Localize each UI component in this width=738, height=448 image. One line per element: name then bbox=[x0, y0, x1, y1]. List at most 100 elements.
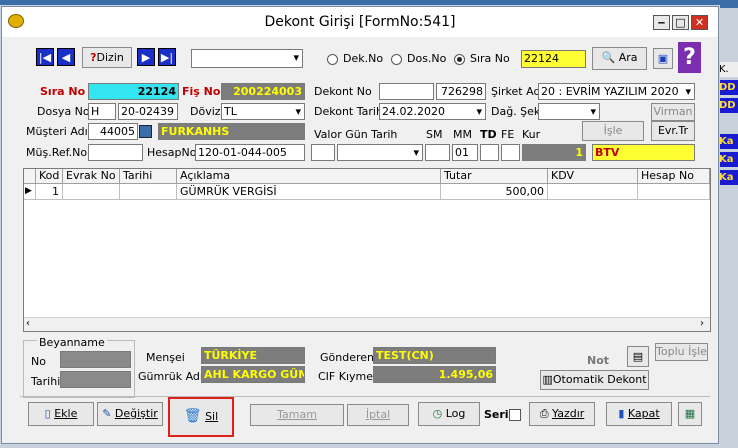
document-list-icon: ▥ bbox=[542, 373, 553, 386]
sira-no-field[interactable]: 22124 bbox=[88, 83, 179, 100]
mus-ref-no-field[interactable] bbox=[88, 144, 143, 161]
edit-icon: ✎ bbox=[102, 407, 112, 420]
dekont-tarihi-field[interactable]: 24.02.2020 bbox=[379, 103, 486, 120]
fis-no-label: Fiş No bbox=[182, 85, 221, 98]
scroll-left-arrow[interactable]: ‹ bbox=[26, 318, 30, 329]
otomatik-dekont-button[interactable]: ▥Otomatik Dekont bbox=[540, 370, 649, 390]
table-cell-tutar[interactable]: 500,00 bbox=[441, 184, 548, 200]
dag-sek-dropdown[interactable] bbox=[538, 103, 600, 120]
radio-dek-no-label: Dek.No bbox=[343, 52, 384, 65]
mensei-field[interactable]: TÜRKİYE bbox=[201, 347, 305, 364]
printer-icon: ⎙ bbox=[539, 407, 549, 420]
toplu-isle-button[interactable]: Toplu İşle bbox=[655, 343, 708, 361]
radio-dek-no[interactable] bbox=[327, 54, 338, 65]
col-header-aciklama[interactable]: Açıklama bbox=[177, 169, 441, 184]
btv-field[interactable]: BTV bbox=[592, 144, 695, 161]
sirket-dropdown[interactable]: 20 : EVRİM YAZILIM 2020 bbox=[538, 83, 695, 100]
dosya-no-label: Dosya No bbox=[37, 105, 90, 118]
beyanname-tarihi-label: Tarihi bbox=[31, 375, 61, 388]
sil-button[interactable]: 🗑 Sil bbox=[168, 397, 234, 437]
gonderen-field[interactable]: TEST(CN) bbox=[373, 347, 496, 364]
document-icon: ▤ bbox=[632, 350, 644, 363]
table-cell-tarihi[interactable] bbox=[120, 184, 177, 200]
musteri-kod-field[interactable]: 44005 bbox=[88, 123, 138, 140]
last-record-button[interactable]: ▶| bbox=[158, 48, 176, 66]
ekle-button[interactable]: ▯ Ekle bbox=[28, 402, 94, 426]
dekont-tarihi-label: Dekont Tarihi bbox=[314, 105, 386, 118]
radio-dos-no[interactable] bbox=[391, 54, 402, 65]
radio-sira-no[interactable] bbox=[454, 54, 465, 65]
degistir-button[interactable]: ✎ Değiştir bbox=[97, 402, 163, 426]
gumruk-adi-field[interactable]: AHL KARGO GÜM bbox=[201, 366, 305, 383]
minimize-button[interactable]: ‒ bbox=[653, 15, 670, 30]
evr-tr-button[interactable]: Evr.Tr bbox=[651, 121, 695, 141]
search-input[interactable]: 22124 bbox=[521, 50, 586, 68]
table-cell-kod[interactable]: 1 bbox=[36, 184, 63, 200]
prev-record-button[interactable]: ◀ bbox=[57, 48, 75, 66]
beyanname-no-field[interactable] bbox=[60, 351, 131, 368]
col-header-tarihi[interactable]: Tarihi bbox=[120, 169, 177, 184]
iptal-button[interactable]: İptal bbox=[347, 404, 409, 426]
exit-door-icon: ▮ bbox=[618, 407, 625, 420]
doviz-dropdown[interactable]: TL bbox=[221, 103, 305, 120]
bg-right-item: DD bbox=[717, 80, 738, 95]
table-cell-evrak-no[interactable] bbox=[63, 184, 120, 200]
magnifier-icon: 🔍 bbox=[601, 51, 616, 64]
fis-no-field[interactable]: 200224003 bbox=[221, 83, 305, 100]
col-header-evrak-no[interactable]: Evrak No bbox=[63, 169, 120, 184]
valor-tarih-dropdown[interactable] bbox=[337, 144, 423, 161]
entry-grid[interactable]: Kod Evrak No Tarihi Açıklama Tutar KDV H… bbox=[23, 168, 711, 332]
col-header-hesap-no[interactable]: Hesap No bbox=[638, 169, 710, 184]
dosya-no-field[interactable]: 20-02439 bbox=[118, 103, 178, 120]
cif-kiymet-field[interactable]: 1.495,06 bbox=[373, 366, 496, 383]
musteri-ad-field[interactable]: FURKANHS bbox=[158, 123, 305, 140]
title-bar: Dekont Girişi [FormNo:541] ‒ □ ✕ bbox=[2, 7, 718, 37]
seri-checkbox[interactable] bbox=[509, 409, 521, 421]
hesap-no-field[interactable]: 120-01-044-005 bbox=[195, 144, 305, 161]
col-header-kod[interactable]: Kod bbox=[36, 169, 63, 184]
log-button[interactable]: ◷ Log bbox=[418, 402, 480, 426]
next-record-button[interactable]: ▶ bbox=[137, 48, 155, 66]
td-field[interactable] bbox=[480, 144, 499, 161]
mus-ref-no-label: Müş.Ref.No bbox=[26, 146, 88, 159]
preview-button[interactable]: ▣ bbox=[653, 48, 673, 69]
dizin-button[interactable]: ?Dizin bbox=[82, 47, 132, 68]
filter-dropdown[interactable] bbox=[191, 49, 303, 68]
kapat-button[interactable]: ▮ Kapat bbox=[606, 402, 672, 426]
calculator-button[interactable]: ▦ bbox=[678, 402, 702, 426]
fe-label: FE bbox=[501, 128, 515, 141]
close-button[interactable]: ✕ bbox=[691, 15, 708, 30]
calculator-icon: ▦ bbox=[684, 407, 696, 420]
valor-gun-field[interactable] bbox=[311, 144, 335, 161]
dosya-prefix-field[interactable]: H bbox=[88, 103, 116, 120]
scroll-right-arrow[interactable]: › bbox=[700, 318, 704, 329]
table-cell-hesap-no[interactable] bbox=[638, 184, 710, 200]
musteri-lookup-icon[interactable] bbox=[139, 125, 152, 138]
table-cell-kdv[interactable] bbox=[548, 184, 638, 200]
bg-right-item: DD bbox=[717, 98, 738, 113]
ara-button[interactable]: 🔍 Ara bbox=[592, 47, 647, 70]
mm-field[interactable]: 01 bbox=[452, 144, 478, 161]
table-cell-aciklama[interactable]: GÜMRÜK VERGİSİ bbox=[177, 184, 441, 200]
tamam-button[interactable]: Tamam bbox=[250, 404, 344, 426]
virman-button[interactable]: Virman bbox=[651, 103, 695, 121]
window-title: Dekont Girişi [FormNo:541] bbox=[264, 14, 456, 30]
horizontal-scrollbar[interactable]: ‹ › bbox=[24, 317, 710, 331]
beyanname-tarihi-field[interactable] bbox=[60, 371, 131, 388]
dekont-no-field[interactable]: 726298 bbox=[436, 83, 486, 100]
dekont-no-blank[interactable] bbox=[379, 83, 434, 100]
not-button[interactable]: ▤ bbox=[627, 346, 649, 367]
col-header-kdv[interactable]: KDV bbox=[548, 169, 638, 184]
help-button[interactable]: ? bbox=[678, 42, 701, 73]
first-record-button[interactable]: |◀ bbox=[36, 48, 54, 66]
sira-no-label: Sıra No bbox=[40, 85, 86, 98]
yazdir-button[interactable]: ⎙ Yazdır bbox=[529, 402, 595, 426]
col-header-tutar[interactable]: Tutar bbox=[441, 169, 548, 184]
kur-field[interactable]: 1 bbox=[522, 144, 586, 161]
fe-field[interactable] bbox=[501, 144, 520, 161]
maximize-button[interactable]: □ bbox=[672, 15, 689, 30]
doviz-label: Döviz bbox=[190, 105, 221, 118]
isle-button[interactable]: İşle bbox=[582, 121, 644, 141]
beyanname-label: Beyanname bbox=[37, 335, 107, 350]
sm-field[interactable] bbox=[425, 144, 450, 161]
